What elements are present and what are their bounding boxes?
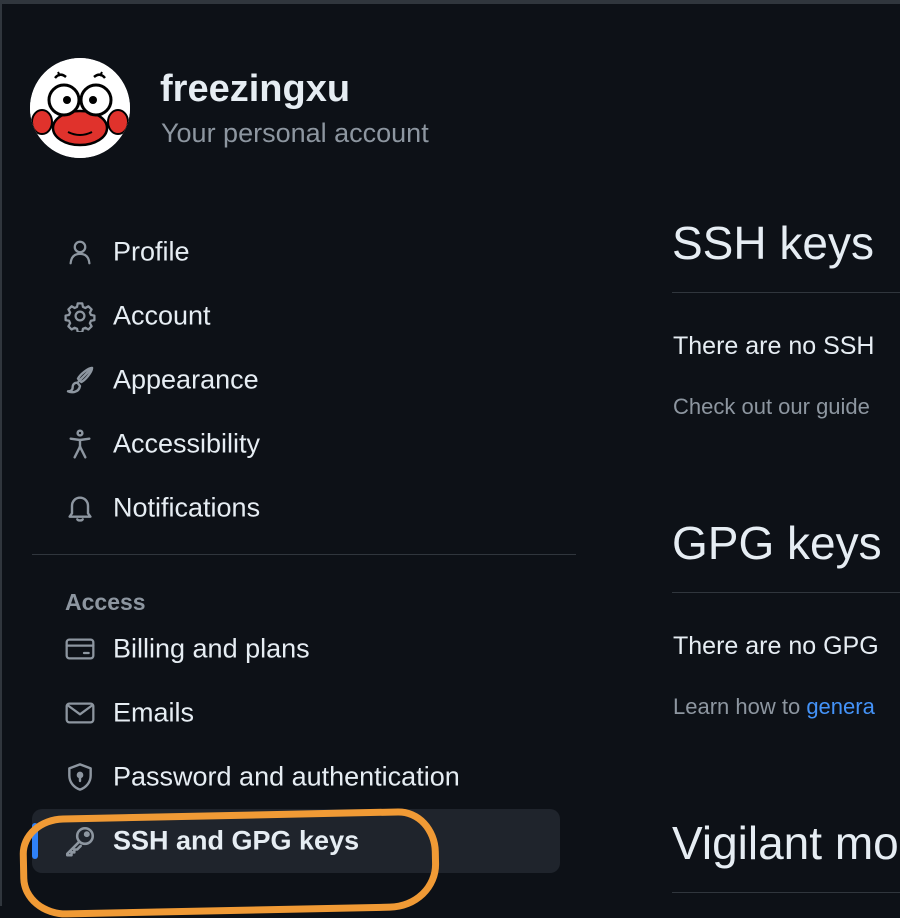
sidebar-item-ssh-gpg-keys[interactable]: SSH and GPG keys: [32, 809, 560, 873]
sidebar-section-access: Access: [32, 569, 576, 617]
vigilant-section-divider: [672, 892, 900, 893]
account-username: freezingxu: [160, 68, 351, 110]
bell-icon: [62, 490, 98, 526]
sidebar-item-profile[interactable]: Profile: [32, 220, 576, 284]
sidebar-item-label: SSH and GPG keys: [113, 825, 360, 856]
window-left-border: [0, 0, 2, 906]
sidebar-item-label: Appearance: [113, 364, 259, 395]
gear-icon: [62, 298, 98, 334]
sidebar-section-title: Access: [65, 589, 146, 615]
accessibility-icon: [62, 426, 98, 462]
crab-avatar-icon[interactable]: [30, 58, 130, 158]
sidebar-item-notifications[interactable]: Notifications: [32, 476, 576, 540]
main-content: SSH keys There are no SSH Check out our …: [672, 0, 900, 906]
sidebar-item-emails[interactable]: Emails: [32, 681, 576, 745]
sidebar-item-label: Account: [113, 300, 211, 331]
gpg-learn-prefix: Learn how to: [673, 694, 807, 719]
sidebar-item-label: Notifications: [113, 492, 261, 523]
gpg-empty-message: There are no GPG: [673, 632, 879, 660]
credit-card-icon: [62, 631, 98, 667]
person-icon: [62, 234, 98, 270]
account-subtitle: Your personal account: [161, 118, 429, 148]
ssh-keys-heading: SSH keys: [672, 217, 874, 269]
sidebar-item-label: Profile: [113, 236, 190, 267]
gpg-learn-text: Learn how to genera: [673, 694, 875, 720]
paintbrush-icon: [62, 362, 98, 398]
gpg-generate-link[interactable]: genera: [806, 694, 875, 719]
sidebar-item-label: Emails: [113, 697, 195, 728]
gpg-keys-heading: GPG keys: [672, 517, 882, 569]
sidebar-item-password-authentication[interactable]: Password and authentication: [32, 745, 576, 809]
settings-sidebar: Profile Account Appearance Accessibility…: [32, 220, 576, 873]
ssh-guide-text: Check out our guide: [673, 394, 870, 419]
ssh-empty-message: There are no SSH: [673, 332, 875, 360]
gpg-section-divider: [672, 592, 900, 593]
sidebar-item-label: Accessibility: [113, 428, 261, 459]
sidebar-item-appearance[interactable]: Appearance: [32, 348, 576, 412]
active-indicator: [32, 823, 38, 859]
sidebar-item-billing[interactable]: Billing and plans: [32, 617, 576, 681]
sidebar-item-label: Password and authentication: [113, 761, 460, 792]
shield-lock-icon: [62, 759, 98, 795]
vigilant-mode-heading: Vigilant mo: [672, 817, 899, 869]
sidebar-item-accessibility[interactable]: Accessibility: [32, 412, 576, 476]
ssh-section-divider: [672, 292, 900, 293]
account-header: freezingxu Your personal account: [30, 58, 590, 158]
key-icon: [62, 823, 98, 859]
sidebar-divider: [32, 554, 576, 555]
mail-icon: [62, 695, 98, 731]
sidebar-item-label: Billing and plans: [113, 633, 310, 664]
sidebar-item-account[interactable]: Account: [32, 284, 576, 348]
